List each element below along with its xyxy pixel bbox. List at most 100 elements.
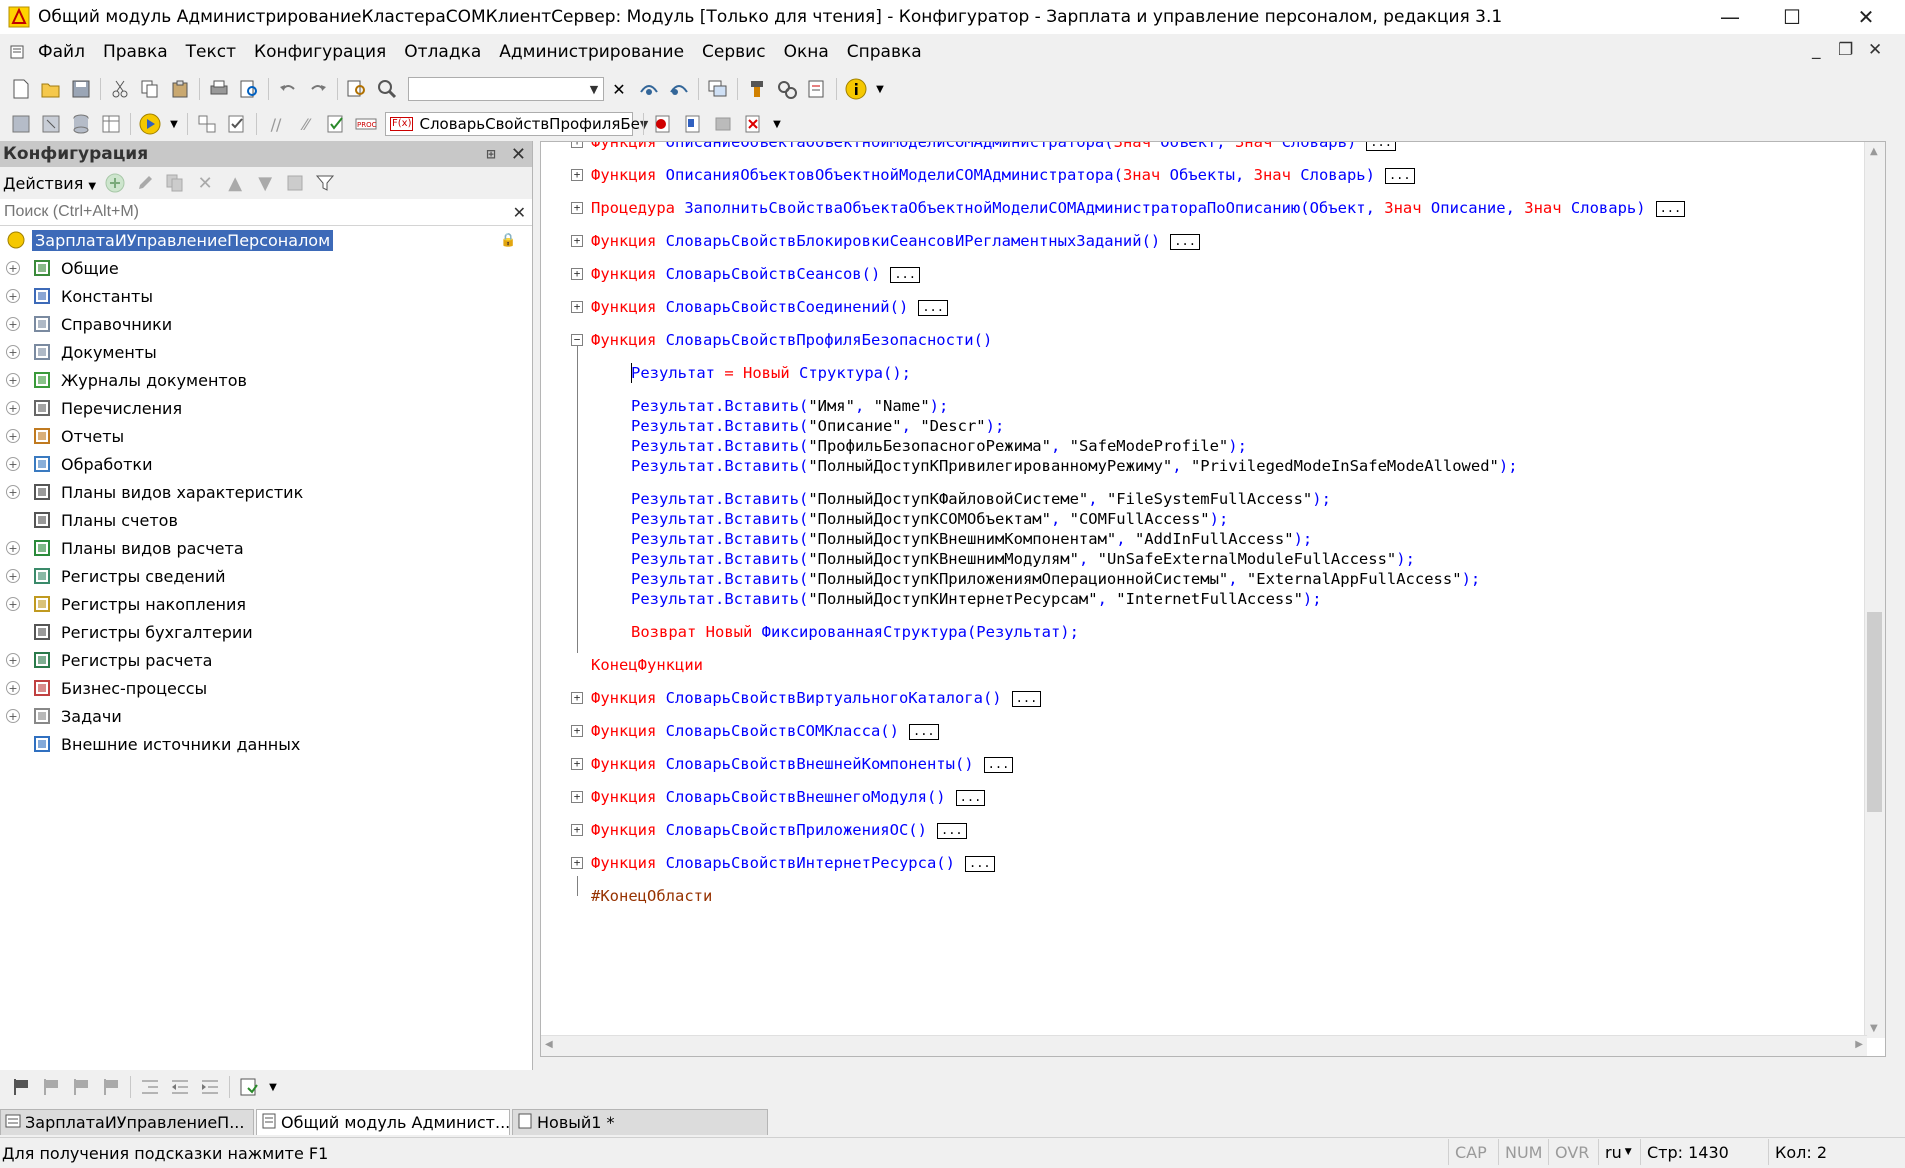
mdi-close-icon[interactable]: ✕: [1868, 40, 1882, 60]
module-structure-icon[interactable]: [196, 113, 218, 135]
code-line[interactable]: Результат.Вставить("ПолныйДоступКФайлово…: [631, 489, 1331, 509]
tree-item[interactable]: + Журналы документов: [0, 366, 532, 394]
code-editor[interactable]: + Функция ОписаниеОбъектаОбъектнойМоделиC…: [540, 141, 1886, 1057]
expand-icon[interactable]: +: [6, 373, 20, 387]
configuration-search[interactable]: ✕: [0, 199, 532, 226]
code-line[interactable]: Функция СловарьСвойствСоединений()...: [591, 297, 948, 317]
move-down-icon[interactable]: ▼: [254, 172, 276, 194]
menu-file[interactable]: Файл: [32, 42, 91, 62]
expand-block-icon[interactable]: +: [571, 169, 583, 181]
collapsed-block-marker[interactable]: ...: [1170, 233, 1200, 250]
print-preview-icon[interactable]: [238, 78, 260, 100]
code-line[interactable]: Результат = Новый Структура();: [631, 363, 911, 383]
tree-item[interactable]: + Регистры расчета: [0, 646, 532, 674]
code-line[interactable]: Результат.Вставить("ПолныйДоступКПриложе…: [631, 569, 1480, 589]
expand-block-icon[interactable]: +: [571, 857, 583, 869]
code-line[interactable]: Процедура ЗаполнитьСвойстваОбъектаОбъект…: [591, 198, 1686, 218]
tree-item[interactable]: Регистры бухгалтерии: [0, 618, 532, 646]
find-previous-icon[interactable]: [668, 78, 690, 100]
align-icon[interactable]: [199, 1076, 221, 1098]
expand-block-icon[interactable]: +: [571, 268, 583, 280]
status-language[interactable]: ru ▼: [1598, 1139, 1639, 1165]
expand-icon[interactable]: +: [6, 429, 20, 443]
code-line[interactable]: Результат.Вставить("Имя", "Name");: [631, 396, 948, 416]
flag-clear-icon[interactable]: [100, 1076, 122, 1098]
menu-windows[interactable]: Окна: [778, 42, 835, 62]
code-line[interactable]: Результат.Вставить("ПрофильБезопасногоРе…: [631, 436, 1247, 456]
expand-block-icon[interactable]: +: [571, 725, 583, 737]
copy-object-icon[interactable]: [164, 172, 186, 194]
flag-icon[interactable]: [10, 1076, 32, 1098]
tree-item[interactable]: + Перечисления: [0, 394, 532, 422]
expand-block-icon[interactable]: +: [571, 202, 583, 214]
paste-icon[interactable]: [169, 78, 191, 100]
tree-item[interactable]: + Справочники: [0, 310, 532, 338]
collapsed-block-marker[interactable]: ...: [890, 266, 920, 283]
windows-icon[interactable]: [707, 78, 729, 100]
close-window-button[interactable]: ✕: [1836, 0, 1896, 34]
tab-new1[interactable]: Новый1 *: [512, 1109, 768, 1135]
compare-configuration-icon[interactable]: [40, 113, 62, 135]
menu-configuration[interactable]: Конфигурация: [248, 42, 392, 62]
template-icon[interactable]: [238, 1076, 260, 1098]
sort-icon[interactable]: [284, 172, 306, 194]
collapsed-block-marker[interactable]: ...: [1655, 200, 1686, 217]
tree-item[interactable]: + Регистры сведений: [0, 562, 532, 590]
code-line[interactable]: Функция СловарьСвойствCOMКласса()...: [591, 721, 939, 741]
tree-root[interactable]: ЗарплатаИУправлениеПерсоналом 🔒: [0, 226, 532, 254]
code-line[interactable]: Функция СловарьСвойствИнтернетРесурса().…: [591, 853, 995, 873]
tree-item[interactable]: Внешние источники данных: [0, 730, 532, 758]
indent-icon[interactable]: [139, 1076, 161, 1098]
tree-item[interactable]: + Задачи: [0, 702, 532, 730]
code-line[interactable]: #КонецОбласти: [591, 886, 712, 906]
collapsed-block-marker[interactable]: ...: [955, 789, 986, 806]
procedure-combo[interactable]: F(x) СловарьСвойствПрофиляБе ▼: [385, 112, 648, 136]
flag-next-icon[interactable]: [40, 1076, 62, 1098]
expand-icon[interactable]: +: [6, 709, 20, 723]
collapsed-block-marker[interactable]: ...: [908, 723, 939, 740]
syntax-check-icon[interactable]: [226, 113, 248, 135]
help-contents-icon[interactable]: [806, 78, 828, 100]
expand-block-icon[interactable]: +: [571, 301, 583, 313]
code-line[interactable]: Функция СловарьСвойствВнешнегоМодуля()..…: [591, 787, 986, 807]
expand-icon[interactable]: +: [6, 485, 20, 499]
code-line[interactable]: Функция СловарьСвойствСеансов()...: [591, 264, 920, 284]
tree-item[interactable]: + Отчеты: [0, 422, 532, 450]
outdent-icon[interactable]: [169, 1076, 191, 1098]
scroll-down-icon[interactable]: ▼: [1870, 1023, 1878, 1034]
format-check-icon[interactable]: [325, 113, 347, 135]
mdi-minimize-icon[interactable]: _: [1812, 40, 1821, 60]
code-line[interactable]: Результат.Вставить("ПолныйДоступКПривиле…: [631, 456, 1518, 476]
delete-breakpoints-icon[interactable]: [742, 113, 764, 135]
scroll-right-icon[interactable]: ▶: [1855, 1039, 1863, 1050]
tree-item[interactable]: + Бизнес-процессы: [0, 674, 532, 702]
tab-common-module[interactable]: Общий модуль Админист...: [256, 1109, 510, 1135]
edit-icon[interactable]: [134, 172, 156, 194]
code-line[interactable]: Функция СловарьСвойствПрофиляБезопасност…: [591, 330, 992, 350]
expand-icon[interactable]: +: [6, 681, 20, 695]
clear-search-icon[interactable]: ✕: [608, 78, 630, 100]
delete-icon[interactable]: ✕: [194, 172, 216, 194]
code-line[interactable]: Функция ОписаниеОбъектаОбъектнойМоделиCO…: [591, 142, 1396, 152]
open-configuration-icon[interactable]: [10, 113, 32, 135]
expand-icon[interactable]: +: [6, 317, 20, 331]
menu-service[interactable]: Сервис: [696, 42, 772, 62]
collapsed-block-marker[interactable]: ...: [936, 822, 967, 839]
mdi-restore-icon[interactable]: ❐: [1838, 40, 1853, 60]
bookmark-icon[interactable]: [682, 113, 704, 135]
horizontal-scroll-track[interactable]: [561, 1039, 1841, 1053]
expand-icon[interactable]: +: [6, 569, 20, 583]
code-line[interactable]: КонецФункции: [591, 655, 703, 675]
chevron-down-icon[interactable]: ▼: [169, 113, 179, 135]
tree-item[interactable]: + Обработки: [0, 450, 532, 478]
code-line[interactable]: Функция СловарьСвойствБлокировкиСеансовИ…: [591, 231, 1200, 251]
expand-block-icon[interactable]: +: [571, 791, 583, 803]
code-line[interactable]: Результат.Вставить("ПолныйДоступКCOMОбъе…: [631, 509, 1228, 529]
expand-icon[interactable]: +: [6, 401, 20, 415]
tree-item[interactable]: + Планы видов расчета: [0, 534, 532, 562]
help-topics-icon[interactable]: [776, 78, 798, 100]
menu-debug[interactable]: Отладка: [398, 42, 487, 62]
chevron-down-icon[interactable]: ▼: [875, 78, 885, 100]
filter-icon[interactable]: [314, 172, 336, 194]
actions-menu[interactable]: Действия ▼: [3, 174, 96, 193]
